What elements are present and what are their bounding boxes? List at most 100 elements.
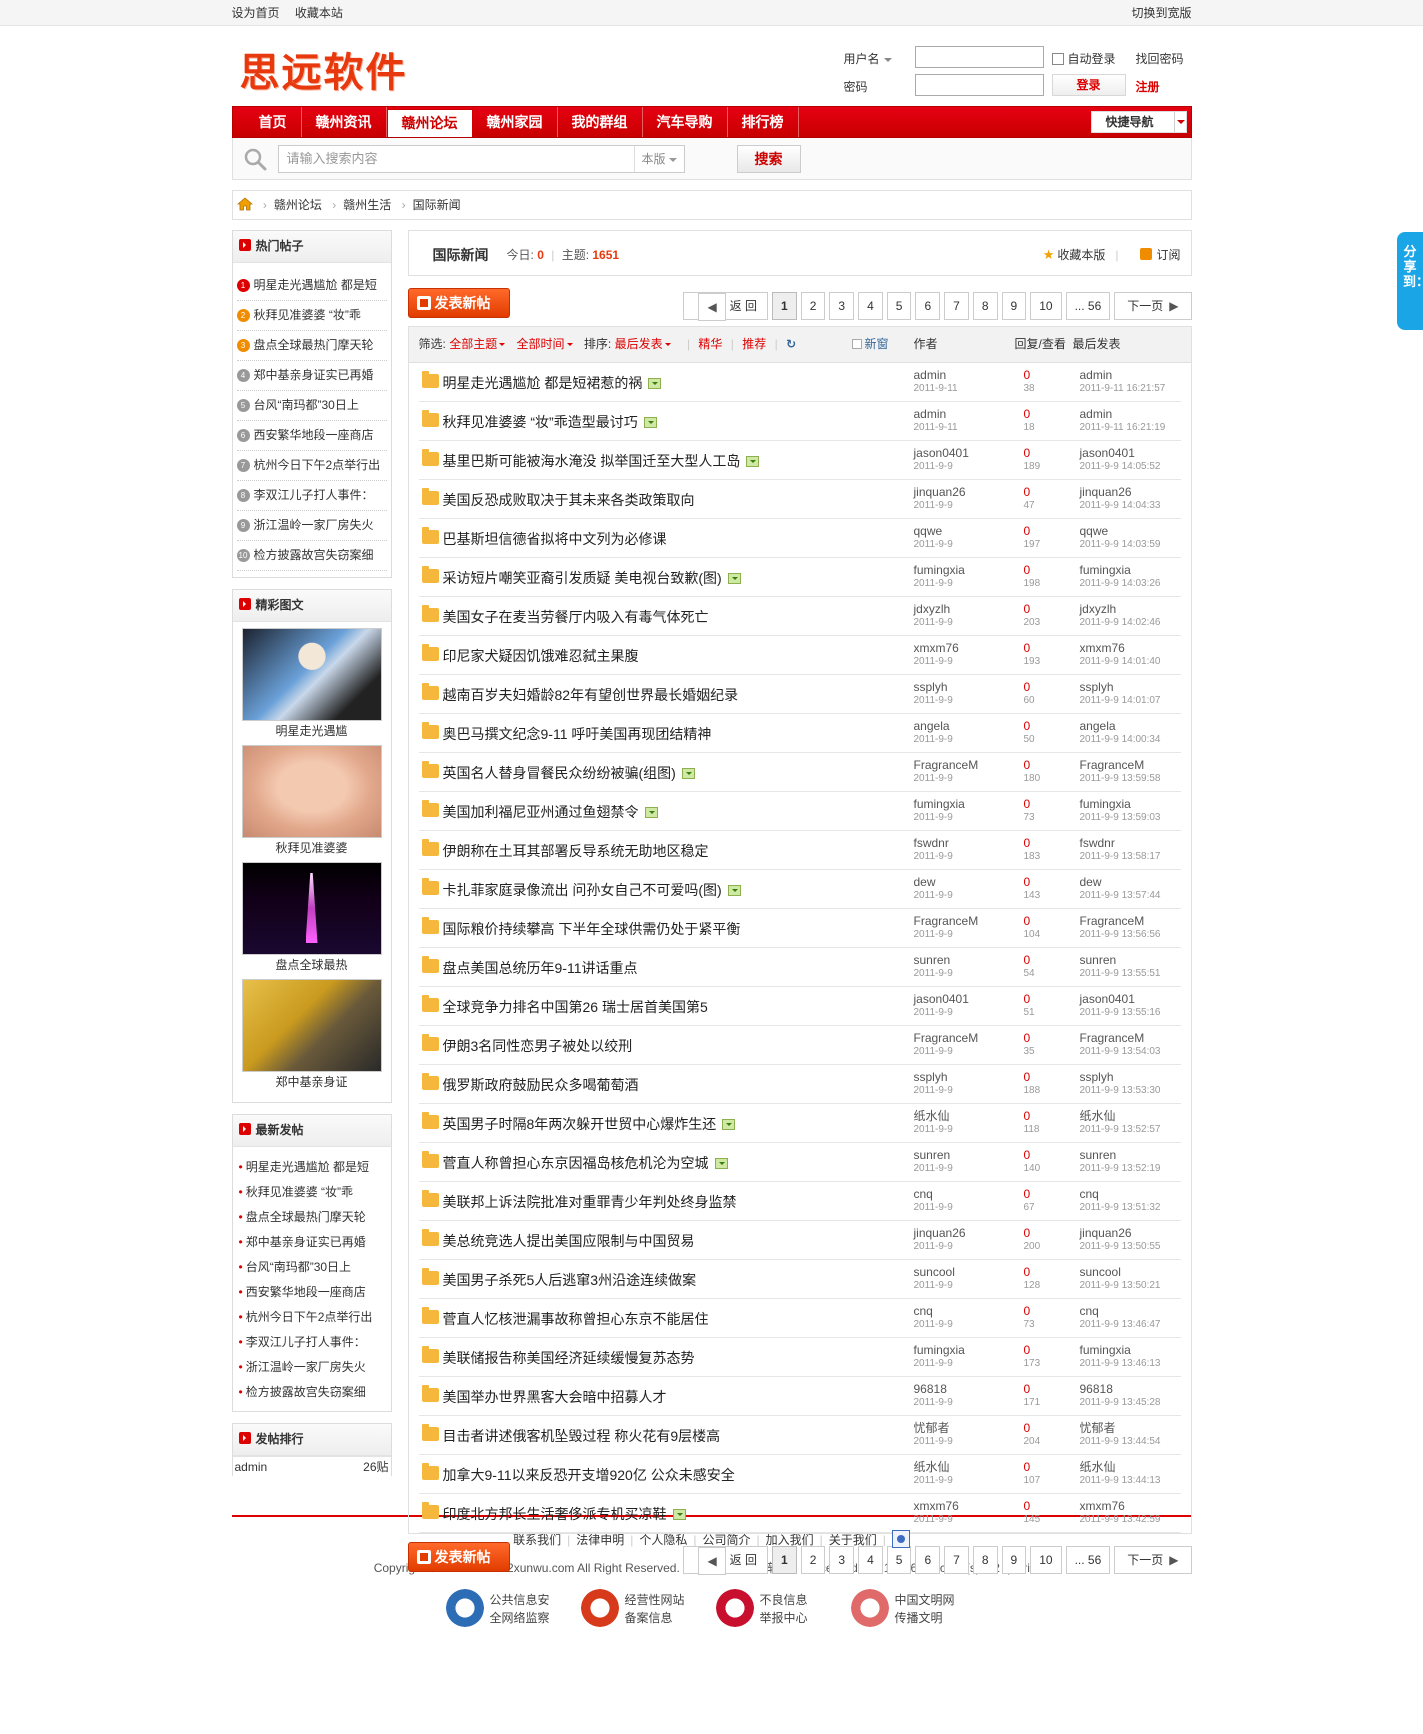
thread-title[interactable]: 印尼家犬疑因饥饿难忍弑主果腹 xyxy=(443,646,639,666)
last-post-user[interactable]: sunren xyxy=(1080,953,1161,967)
thread-author[interactable]: jinquan26 2011-9-9 xyxy=(914,1226,966,1254)
thread-title[interactable]: 美国男子杀死5人后逃窜3州沿途连续做案 xyxy=(443,1270,697,1290)
author-name[interactable]: ssplyh xyxy=(914,1070,953,1084)
featured-pic-image[interactable] xyxy=(241,979,382,1072)
search-button[interactable]: 搜索 xyxy=(736,145,801,173)
site-logo[interactable]: 思远软件 xyxy=(240,40,408,98)
thread-title[interactable]: 菅直人忆核泄漏事故称曾担心东京不能居住 xyxy=(443,1309,709,1329)
login-button[interactable]: 登录 xyxy=(1051,74,1126,96)
last-post-info[interactable]: 忧郁者 2011-9-9 13:44:54 xyxy=(1080,1421,1161,1449)
last-post-info[interactable]: FragranceM 2011-9-9 13:59:58 xyxy=(1080,758,1161,786)
last-post-info[interactable]: ssplyh 2011-9-9 14:01:07 xyxy=(1080,680,1161,708)
thread-title-text[interactable]: 印度北方邦长生活奢侈派专机买凉鞋 xyxy=(443,1506,667,1522)
hot-post-item[interactable]: 4 郑中基亲身证实已再婚 xyxy=(236,361,387,391)
filter-all-time[interactable]: 全部时间 xyxy=(517,337,581,351)
featured-pic-item[interactable]: 秋拜见准婆婆 xyxy=(233,745,391,858)
thread-title-text[interactable]: 巴基斯坦信德省拟将中文列为必修课 xyxy=(443,531,667,547)
thread-author[interactable]: cnq 2011-9-9 xyxy=(914,1304,953,1332)
pager-back-button[interactable]: ◀ 返 回 xyxy=(683,292,769,321)
forgot-password-link[interactable]: 找回密码 xyxy=(1136,50,1184,67)
last-post-user[interactable]: admin xyxy=(1080,368,1166,382)
thread-author[interactable]: FragranceM 2011-9-9 xyxy=(914,758,979,786)
last-post-user[interactable]: dew xyxy=(1080,875,1161,889)
nav-item[interactable]: 排行榜 xyxy=(728,107,799,137)
thread-title-text[interactable]: 印尼家犬疑因饥饿难忍弑主果腹 xyxy=(443,648,639,664)
thread-author[interactable]: angela 2011-9-9 xyxy=(914,719,953,747)
author-name[interactable]: jinquan26 xyxy=(914,485,966,499)
author-name[interactable]: xmxm76 xyxy=(914,641,959,655)
pager-page-button[interactable]: 7 xyxy=(944,292,969,320)
nav-item[interactable]: 汽车导购 xyxy=(643,107,728,137)
last-post-user[interactable]: jason0401 xyxy=(1080,992,1161,1006)
author-name[interactable]: jdxyzlh xyxy=(914,602,953,616)
refresh-icon[interactable]: ↻ xyxy=(786,337,796,351)
last-post-user[interactable]: xmxm76 xyxy=(1080,1499,1161,1513)
thread-title-text[interactable]: 伊朗称在土耳其部署反导系统无助地区稳定 xyxy=(443,843,709,859)
pager-page-button[interactable]: 2 xyxy=(800,292,826,320)
featured-pic-item[interactable]: 郑中基亲身证 xyxy=(233,979,391,1092)
sort-last-post[interactable]: 最后发表 xyxy=(615,337,679,351)
author-name[interactable]: 纸水仙 xyxy=(914,1460,953,1474)
author-name[interactable]: fswdnr xyxy=(914,836,953,850)
last-post-info[interactable]: fswdnr 2011-9-9 13:58:17 xyxy=(1080,836,1161,864)
bookmark-link[interactable]: 收藏本站 xyxy=(295,6,343,20)
breadcrumb-life[interactable]: 赣州生活 xyxy=(343,198,391,212)
thread-title-text[interactable]: 目击者讲述俄客机坠毁过程 称火花有9层楼高 xyxy=(443,1428,721,1444)
thread-author[interactable]: suncool 2011-9-9 xyxy=(914,1265,955,1293)
author-name[interactable]: admin xyxy=(914,368,958,382)
set-home-link[interactable]: 设为首页 xyxy=(232,6,280,20)
thread-title[interactable]: 越南百岁夫妇婚龄82年有望创世界最长婚姻纪录 xyxy=(443,685,739,705)
thread-author[interactable]: dew 2011-9-9 xyxy=(914,875,953,903)
pager-page-button[interactable]: 9 xyxy=(1001,1546,1027,1574)
thread-title[interactable]: 美联邦上诉法院批准对重罪青少年判处终身监禁 xyxy=(443,1192,737,1212)
author-name[interactable]: fumingxia xyxy=(914,563,965,577)
pager-page-button[interactable]: 7 xyxy=(944,1546,969,1574)
last-post-info[interactable]: sunren 2011-9-9 13:52:19 xyxy=(1080,1148,1161,1176)
thread-title[interactable]: 美国举办世界黑客大会暗中招募人才 xyxy=(443,1387,667,1407)
author-name[interactable]: cnq xyxy=(914,1304,953,1318)
last-post-info[interactable]: fumingxia 2011-9-9 13:46:13 xyxy=(1080,1343,1161,1371)
last-post-user[interactable]: ssplyh xyxy=(1080,680,1161,694)
footer-badge[interactable]: 中国文明网 传播文明 xyxy=(847,1585,982,1631)
hot-post-item[interactable]: 7 杭州今日下午2点举行出 xyxy=(236,451,387,481)
pager-page-button[interactable]: 5 xyxy=(886,292,912,320)
thread-author[interactable]: FragranceM 2011-9-9 xyxy=(914,1031,979,1059)
last-post-info[interactable]: FragranceM 2011-9-9 13:54:03 xyxy=(1080,1031,1161,1059)
last-post-info[interactable]: FragranceM 2011-9-9 13:56:56 xyxy=(1080,914,1161,942)
pager-last-button[interactable]: ... 56 xyxy=(1065,1546,1111,1574)
featured-pic-item[interactable]: 明星走光遇尴 xyxy=(233,628,391,741)
thread-title-text[interactable]: 伊朗3名同性恋男子被处以绞刑 xyxy=(443,1038,633,1054)
thread-title[interactable]: 目击者讲述俄客机坠毁过程 称火花有9层楼高 xyxy=(443,1426,721,1446)
thread-title[interactable]: 英国男子时隔8年两次躲开世贸中心爆炸生还 xyxy=(443,1114,736,1134)
thread-author[interactable]: jinquan26 2011-9-9 xyxy=(914,485,966,513)
last-post-user[interactable]: fumingxia xyxy=(1080,563,1161,577)
new-post-item[interactable]: 明星走光遇尴尬 都是短 xyxy=(239,1155,385,1180)
thread-author[interactable]: cnq 2011-9-9 xyxy=(914,1187,953,1215)
hot-post-title[interactable]: 西安繁华地段一座商店 xyxy=(254,428,374,442)
pager-page-button[interactable]: 3 xyxy=(829,292,855,320)
thread-title-text[interactable]: 加拿大9-11以来反恐开支增920亿 公众未感安全 xyxy=(443,1467,735,1483)
last-post-user[interactable]: jinquan26 xyxy=(1080,485,1161,499)
last-post-user[interactable]: jinquan26 xyxy=(1080,1226,1161,1240)
pager-page-button[interactable]: 9 xyxy=(1001,292,1027,320)
thread-title[interactable]: 明星走光遇尴尬 都是短裙惹的祸 xyxy=(443,373,662,393)
featured-pic-image[interactable] xyxy=(241,628,382,721)
thread-title[interactable]: 巴基斯坦信德省拟将中文列为必修课 xyxy=(443,529,667,549)
thread-title[interactable]: 奥巴马撰文纪念9-11 呼吁美国再现团结精神 xyxy=(443,724,712,744)
last-post-info[interactable]: xmxm76 2011-9-9 13:42:59 xyxy=(1080,1499,1161,1527)
thread-author[interactable]: admin 2011-9-11 xyxy=(914,407,958,435)
featured-pic-caption[interactable]: 盘点全球最热 xyxy=(233,955,391,975)
thread-title[interactable]: 基里巴斯可能被海水淹没 拟举国迁至大型人工岛 xyxy=(443,451,760,471)
thread-title-text[interactable]: 菅直人忆核泄漏事故称曾担心东京不能居住 xyxy=(443,1311,709,1327)
last-post-info[interactable]: jason0401 2011-9-9 14:05:52 xyxy=(1080,446,1161,474)
thread-author[interactable]: jason0401 2011-9-9 xyxy=(914,992,969,1020)
author-name[interactable]: jinquan26 xyxy=(914,1226,966,1240)
thread-author[interactable]: fumingxia 2011-9-9 xyxy=(914,1343,965,1371)
thread-author[interactable]: fswdnr 2011-9-9 xyxy=(914,836,953,864)
thread-title[interactable]: 全球竞争力排名中国第26 瑞士居首美国第5 xyxy=(443,997,708,1017)
thread-title[interactable]: 国际粮价持续攀高 下半年全球供需仍处于紧平衡 xyxy=(443,919,741,939)
hot-post-title[interactable]: 李双江儿子打人事件： xyxy=(254,488,374,502)
last-post-user[interactable]: ssplyh xyxy=(1080,1070,1161,1084)
last-post-user[interactable]: 96818 xyxy=(1080,1382,1161,1396)
thread-author[interactable]: ssplyh 2011-9-9 xyxy=(914,680,953,708)
